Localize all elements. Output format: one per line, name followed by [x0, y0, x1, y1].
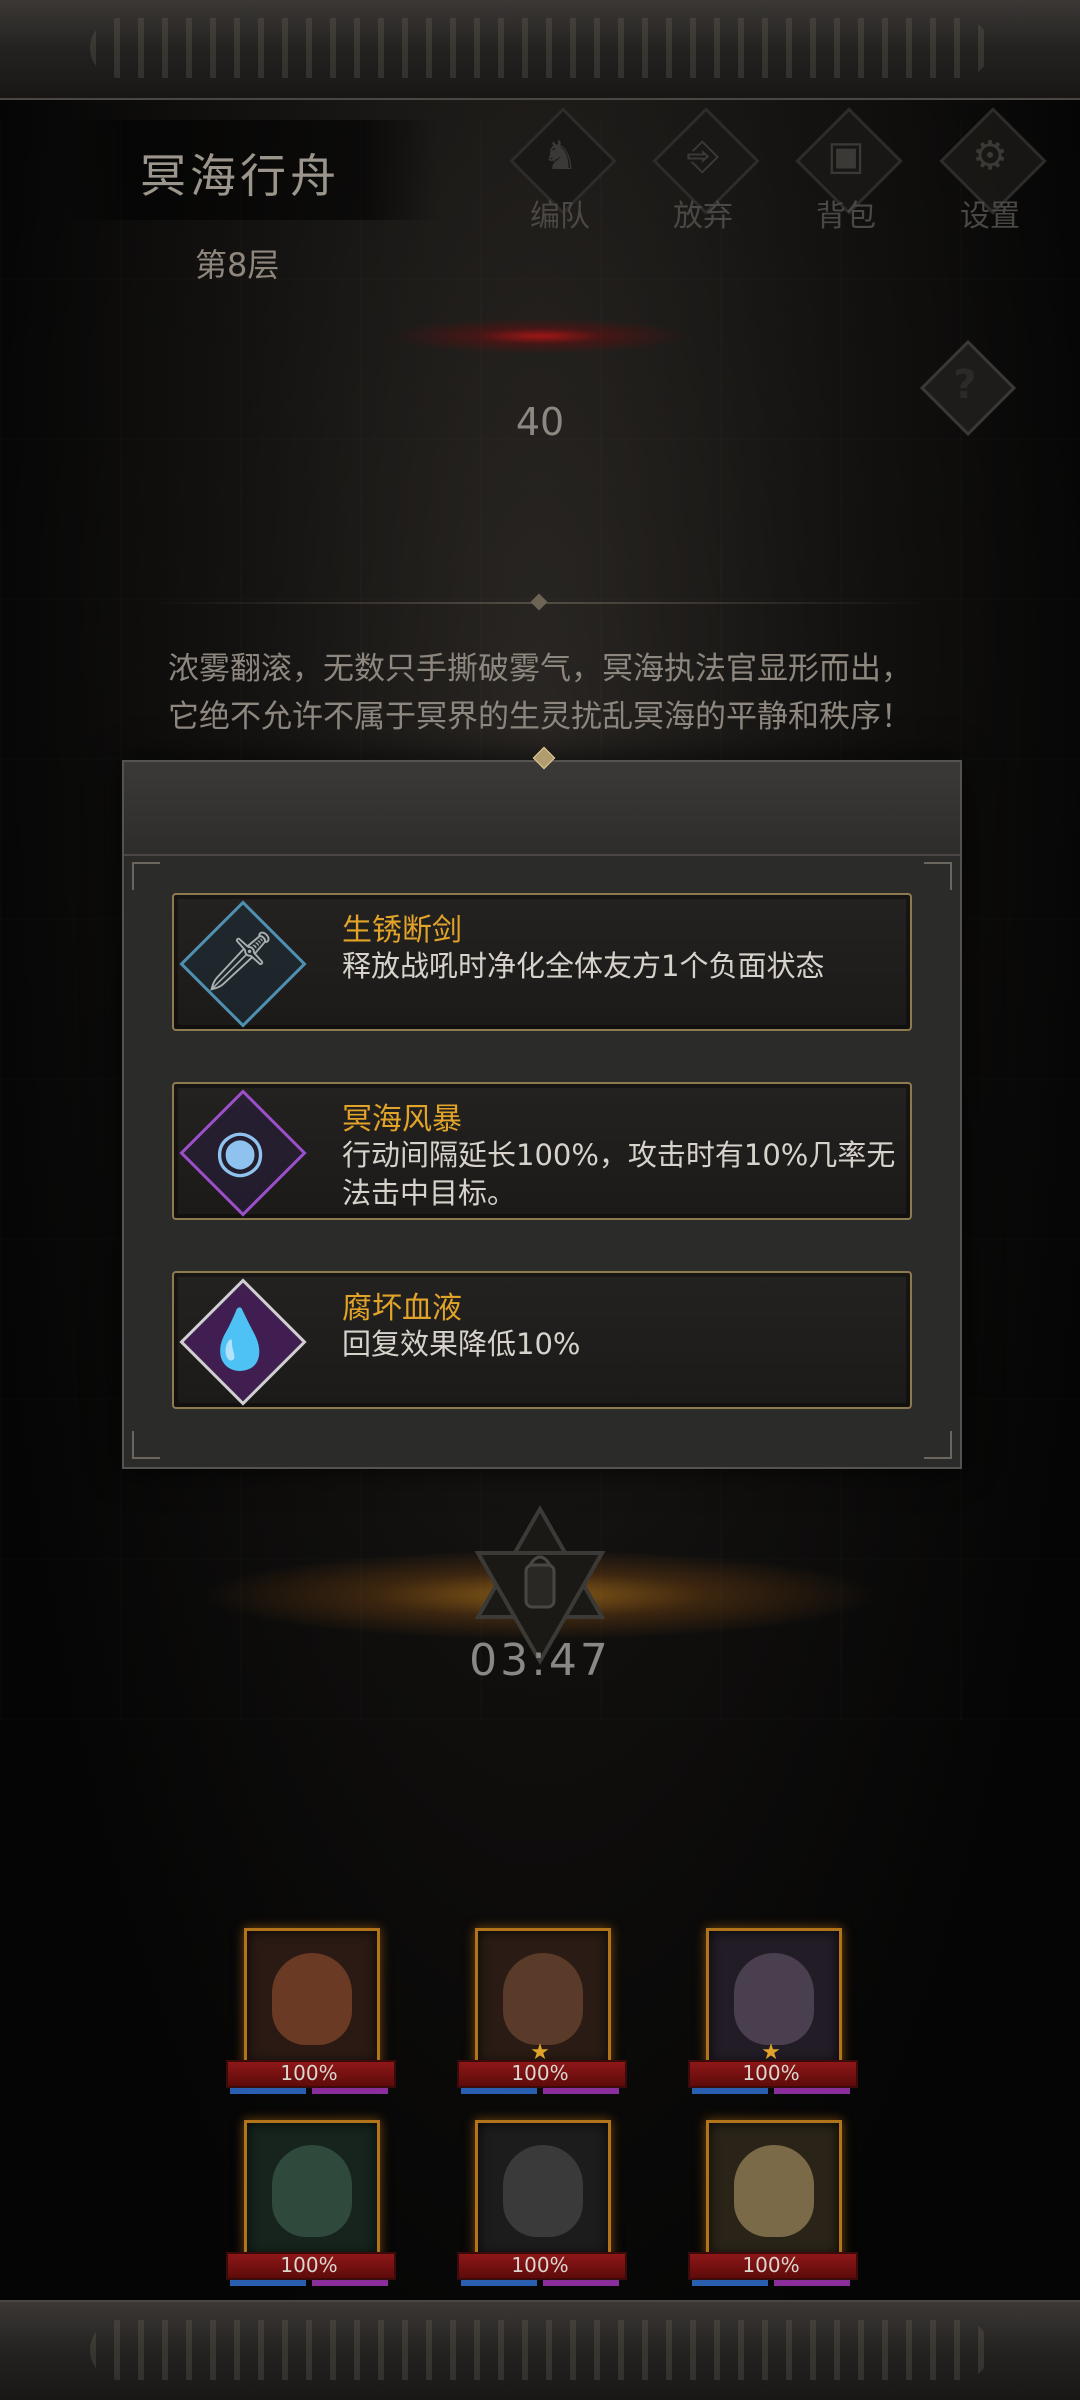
top-frame [0, 0, 1080, 100]
exit-door-icon: ⎆ [687, 133, 719, 179]
step-counter: 40 [515, 400, 565, 444]
bottom-ornament [90, 2320, 990, 2380]
hp-text: 100% [742, 2061, 800, 2085]
backpack-icon: ▣ [827, 133, 865, 179]
hero-slot[interactable]: ★ 100% [688, 1928, 858, 2098]
settings-button[interactable]: ⚙ 设置 [935, 107, 1047, 235]
rage-bar [312, 2088, 388, 2094]
panel-corner [132, 1431, 160, 1459]
help-button[interactable]: ? [919, 339, 1017, 437]
story-text: 浓雾翻滚，无数只手撕破雾气，冥海执法官显形而出，它绝不允许不属于冥界的生灵扰乱冥… [168, 651, 912, 735]
countdown-timer: 03:47 [469, 1635, 611, 1686]
hero-face [272, 1953, 352, 2045]
gear-icon: ⚙ [972, 133, 1008, 179]
hero-portrait [244, 2120, 380, 2258]
settings-label: 设置 [960, 199, 1020, 234]
effect-description: 释放战吼时净化全体友方1个负面状态 [342, 949, 825, 983]
team-button[interactable]: ♞ 编队 [505, 107, 617, 235]
energy-bar [461, 2088, 537, 2094]
panel-corner [132, 862, 160, 890]
hero-face [503, 2145, 583, 2237]
abandon-button[interactable]: ⎆ 放弃 [648, 107, 760, 235]
stage-title: 冥海行舟 [140, 149, 340, 203]
top-ornament [90, 18, 990, 78]
hero-face [272, 2145, 352, 2237]
storm-orb-icon: ◉ [214, 1116, 266, 1184]
effect-icon: 🗡 [179, 900, 307, 1028]
hero-slot[interactable]: 100% [226, 2120, 396, 2290]
hero-face [503, 1953, 583, 2045]
rage-bar [543, 2280, 619, 2286]
floor-label: 第8层 [195, 246, 280, 284]
effect-icon: 💧 [179, 1278, 307, 1406]
effect-card[interactable]: ◉ 冥海风暴 行动间隔延长100%，攻击时有10%几率无法击中目标。 [172, 1082, 912, 1220]
hero-slot[interactable]: ★ 100% [457, 1928, 627, 2098]
energy-bar [461, 2280, 537, 2286]
hp-text: 100% [742, 2253, 800, 2277]
hp-text: 100% [280, 2061, 338, 2085]
rage-bar [774, 2088, 850, 2094]
effect-title: 腐坏血液 [342, 1291, 462, 1326]
bottom-frame [0, 2300, 1080, 2400]
hero-portrait [475, 2120, 611, 2258]
game-screen: 冥海行舟 第8层 ♞ 编队 ⎆ 放弃 ▣ 背包 ⚙ 设置 ? 40 浓雾翻滚，无… [0, 0, 1080, 2400]
question-icon: ? [953, 362, 977, 408]
effect-title: 生锈断剑 [342, 913, 462, 948]
panel-corner [924, 862, 952, 890]
rage-bar [312, 2280, 388, 2286]
energy-bar [230, 2088, 306, 2094]
effect-icon: ◉ [179, 1089, 307, 1217]
abandon-label: 放弃 [673, 199, 733, 234]
energy-bar [692, 2088, 768, 2094]
hero-portrait [244, 1928, 380, 2066]
hero-slot[interactable]: 100% [688, 2120, 858, 2290]
rage-bar [774, 2280, 850, 2286]
hp-text: 100% [280, 2253, 338, 2277]
hero-portrait [706, 2120, 842, 2258]
energy-bar [230, 2280, 306, 2286]
broken-sword-icon: 🗡 [203, 926, 277, 995]
hero-slot[interactable]: 100% [226, 1928, 396, 2098]
hero-slot[interactable]: 100% [457, 2120, 627, 2290]
effect-card[interactable]: 🗡 生锈断剑 释放战吼时净化全体友方1个负面状态 [172, 893, 912, 1031]
effect-description: 回复效果降低10% [342, 1327, 581, 1361]
panel-corner [924, 1431, 952, 1459]
hp-text: 100% [511, 2061, 569, 2085]
effect-description: 行动间隔延长100%，攻击时有10%几率无法击中目标。 [342, 1138, 896, 1210]
effect-card[interactable]: 💧 腐坏血液 回复效果降低10% [172, 1271, 912, 1409]
red-glow-marker [390, 318, 690, 354]
effect-title: 冥海风暴 [342, 1102, 462, 1137]
team-label: 编队 [530, 199, 590, 234]
panel-header [124, 762, 960, 856]
energy-bar [692, 2280, 768, 2286]
rage-bar [543, 2088, 619, 2094]
hero-face [734, 1953, 814, 2045]
backpack-button[interactable]: ▣ 背包 [791, 107, 903, 235]
hp-text: 100% [511, 2253, 569, 2277]
horned-helmet-icon: ♞ [542, 133, 578, 179]
hero-face [734, 2145, 814, 2237]
blood-drops-icon: 💧 [203, 1304, 277, 1373]
backpack-label: 背包 [816, 199, 876, 234]
